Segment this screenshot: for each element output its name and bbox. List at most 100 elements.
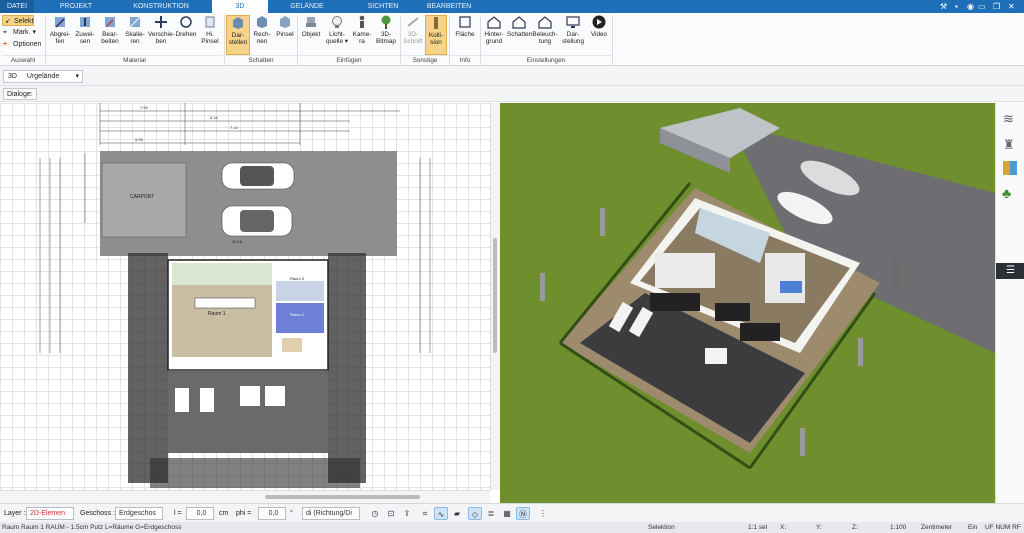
- geschoss-select[interactable]: Erdgeschos: [115, 507, 163, 520]
- stairs-area: [172, 263, 272, 285]
- material-brush-button[interactable]: Hi. Pinsel: [199, 15, 221, 45]
- tab-bearbeiten[interactable]: BEARBEITEN: [418, 0, 480, 13]
- export-icon[interactable]: ⇪: [400, 507, 414, 520]
- tree-icon: [381, 15, 391, 29]
- material-scale-button[interactable]: Skalie-ren: [123, 15, 147, 45]
- label: beiten: [101, 38, 119, 45]
- shadow-display-button[interactable]: Dar-stellen: [226, 15, 250, 55]
- options-button[interactable]: + Optionen: [2, 39, 41, 50]
- minimize-icon[interactable]: ▭: [978, 1, 986, 12]
- material-edit-button[interactable]: Bear-beiten: [98, 15, 122, 45]
- clock-icon[interactable]: ◷: [368, 507, 382, 520]
- tools-icon[interactable]: ⚒: [940, 1, 947, 12]
- layers-icon[interactable]: ≋: [1003, 111, 1014, 127]
- length-input[interactable]: 0,0: [186, 507, 214, 520]
- status-x: X:: [780, 524, 787, 531]
- label: fen: [55, 38, 65, 45]
- shadow-brush-button[interactable]: Pinsel: [274, 15, 296, 38]
- plan-icon[interactable]: ◇: [468, 507, 482, 520]
- 3d-view[interactable]: [500, 103, 995, 503]
- grid-snap-icon[interactable]: ⌗: [418, 507, 432, 520]
- hedge-left: [128, 253, 168, 483]
- lighting-button[interactable]: Beleuch-tung: [532, 15, 558, 45]
- shadow-settings-button[interactable]: Schatten: [507, 15, 532, 38]
- insert-bitmap-button[interactable]: 3D- Bitmap: [374, 15, 398, 45]
- scroll-thumb[interactable]: [493, 238, 497, 353]
- view-icon[interactable]: ⊡: [384, 507, 398, 520]
- label: Kame-: [352, 31, 372, 38]
- material-rotate-button[interactable]: Drehen: [175, 15, 197, 38]
- scale-icon: [129, 16, 141, 28]
- house-icon: [538, 16, 552, 29]
- label: ra: [359, 38, 365, 45]
- dialoge-button[interactable]: Dialoge:: [3, 88, 37, 100]
- tab-gelaende[interactable]: GELÄNDE: [276, 0, 338, 13]
- tab-3d[interactable]: 3D: [212, 0, 268, 14]
- material-icon[interactable]: [1003, 161, 1017, 175]
- patio-table: [240, 386, 260, 406]
- tab-sichten[interactable]: SICHTEN: [350, 0, 416, 13]
- chair-icon[interactable]: ♜: [1003, 137, 1015, 153]
- terrain-select[interactable]: 3D Urgelände ▾: [3, 70, 83, 83]
- group-schatten-label: Schatten: [225, 55, 297, 65]
- tree-icon[interactable]: ♣: [1002, 185, 1011, 201]
- kitchen-3d: [655, 253, 715, 288]
- plus-icon: +: [3, 41, 8, 48]
- scroll-thumb[interactable]: [265, 495, 420, 499]
- insert-light-button[interactable]: Licht-quelle ▾: [324, 15, 350, 45]
- window-icon[interactable]: ▪: [955, 1, 958, 12]
- snap-icon[interactable]: ∿: [434, 507, 448, 520]
- plan-horizontal-scrollbar[interactable]: [0, 490, 490, 503]
- mark-button[interactable]: ⌖ Mark. ▾: [2, 27, 36, 38]
- phi-input[interactable]: 0,0: [258, 507, 286, 520]
- insert-object-button[interactable]: Objekt: [299, 15, 323, 38]
- label: Fläche: [455, 31, 475, 38]
- label: Hi.: [206, 31, 214, 38]
- section-icon: [407, 17, 419, 27]
- grid-icon[interactable]: ▦: [500, 507, 514, 520]
- material-pick-button[interactable]: Abgrei-fen: [48, 15, 72, 45]
- hamburger-icon[interactable]: ☰: [996, 263, 1024, 279]
- plan-view[interactable]: 7.95 8.16 7.14 9.95 CARPORT 10.16 Raum 1…: [0, 103, 490, 490]
- restore-icon[interactable]: ❐: [993, 1, 1000, 12]
- post: [892, 258, 902, 288]
- phi-unit: °: [290, 510, 293, 517]
- right-tool-panel: ≋ ♜ ♣ ☰: [995, 103, 1024, 503]
- plan-vertical-scrollbar[interactable]: [490, 103, 500, 490]
- display-settings-button[interactable]: Dar-stellung: [560, 15, 586, 45]
- north-icon[interactable]: Ⓝ: [516, 507, 530, 520]
- select-button[interactable]: ➹ Selekt: [2, 15, 34, 26]
- list-icon[interactable]: ≣: [484, 507, 498, 520]
- room-2: [276, 303, 324, 333]
- label: Licht-: [329, 31, 345, 38]
- label: Hinter-: [484, 31, 504, 38]
- tab-datei[interactable]: DATEI: [0, 0, 34, 13]
- terrace: [168, 371, 328, 453]
- insert-camera-button[interactable]: Kame-ra: [351, 15, 373, 45]
- view-toolbar: 3D Urgelände ▾: [0, 66, 1024, 86]
- section-3d-button[interactable]: 3D- Schnitt: [402, 15, 424, 45]
- collision-button[interactable]: Kolli-sion: [425, 15, 447, 55]
- shadow-calc-button[interactable]: Rech-nen: [251, 15, 273, 45]
- material-assign-button[interactable]: Zuwei-sen: [73, 15, 97, 45]
- post: [800, 428, 805, 456]
- hedge-right: [328, 253, 366, 483]
- layer-select[interactable]: 2D-Elemen: [26, 507, 74, 520]
- dim-label: 7.14: [230, 125, 239, 130]
- cube-icon: [280, 16, 290, 28]
- help-icon[interactable]: ◉: [967, 1, 974, 12]
- render-icon[interactable]: ▰: [450, 507, 464, 520]
- video-button[interactable]: Video: [588, 15, 610, 38]
- background-button[interactable]: Hinter-grund: [482, 15, 506, 45]
- area-button[interactable]: Fläche: [452, 15, 478, 38]
- room-2-label: Raum 2: [290, 312, 305, 317]
- tab-konstruktion[interactable]: KONSTRUKTION: [118, 0, 204, 13]
- tab-projekt[interactable]: PROJEKT: [50, 0, 102, 13]
- close-icon[interactable]: ✕: [1008, 1, 1015, 12]
- direction-select[interactable]: di (Richtung/Di: [302, 507, 360, 520]
- more-icon[interactable]: ⋮: [536, 507, 550, 520]
- mode-label: 3D: [8, 73, 17, 80]
- material-move-button[interactable]: Verschie-ben: [148, 15, 175, 45]
- label: Schnitt: [403, 38, 423, 45]
- status-y: Y:: [816, 524, 822, 531]
